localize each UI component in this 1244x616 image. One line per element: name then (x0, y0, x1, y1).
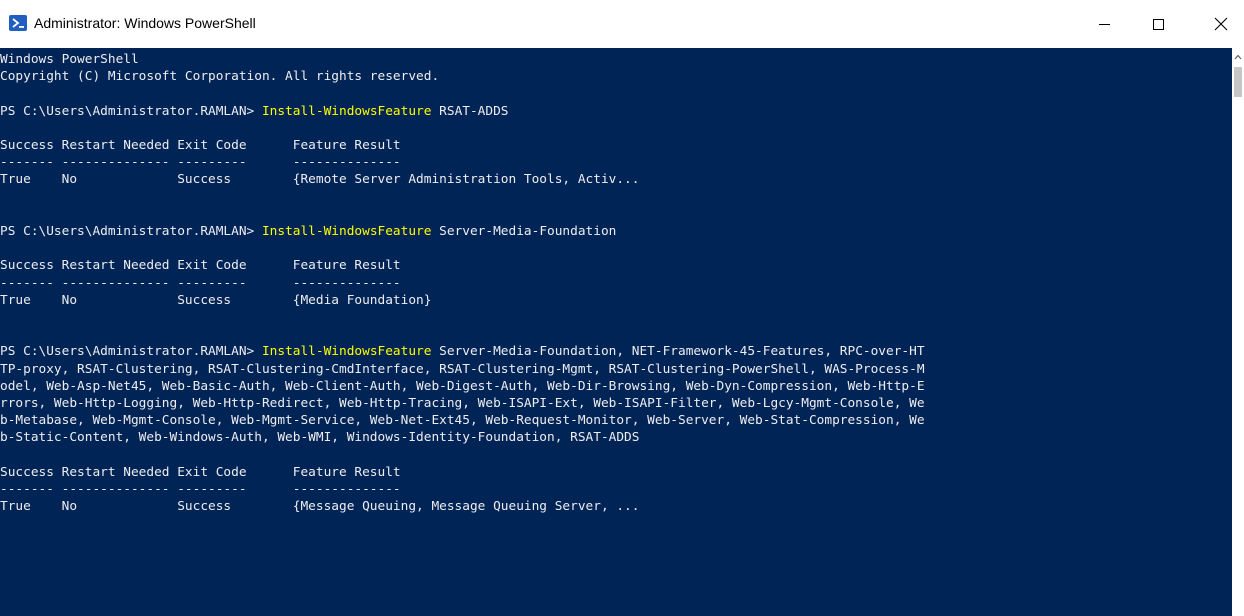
scroll-up-icon[interactable] (1234, 54, 1242, 60)
minimize-icon (1099, 24, 1110, 25)
console-area[interactable]: Windows PowerShell Copyright (C) Microso… (0, 48, 1232, 616)
cmdlet-text: Install-WindowsFeature (261, 103, 432, 119)
cmdlet-text: Install-WindowsFeature (261, 344, 432, 360)
scrollbar-thumb[interactable] (1234, 67, 1242, 97)
command-args: Server-Media-Foundation, NET-Framework-4… (431, 344, 925, 360)
result-table-header: Success Restart Needed Exit Code Feature… (0, 138, 401, 154)
console-output: Windows PowerShell Copyright (C) Microso… (0, 51, 925, 515)
close-button[interactable] (1198, 0, 1244, 48)
minimize-button[interactable] (1081, 0, 1127, 48)
console-header-line: Windows PowerShell (0, 52, 139, 67)
result-table-rule: ------- -------------- --------- -------… (0, 155, 401, 171)
result-table-row: True No Success {Message Queuing, Messag… (0, 499, 640, 515)
command-args-continued: TP-proxy, RSAT-Clustering, RSAT-Clusteri… (0, 361, 925, 446)
vertical-scrollbar[interactable] (1232, 48, 1244, 616)
result-table-row: True No Success {Media Foundation} (0, 292, 432, 308)
result-table-row: True No Success {Remote Server Administr… (0, 172, 640, 188)
result-table-header: Success Restart Needed Exit Code Feature… (0, 258, 401, 274)
command-args: RSAT-ADDS (431, 103, 509, 119)
prompt-text: PS C:\Users\Administrator.RAMLAN> (0, 103, 262, 119)
result-table-rule: ------- -------------- --------- -------… (0, 482, 401, 498)
maximize-button[interactable] (1135, 0, 1181, 48)
title-bar[interactable]: Administrator: Windows PowerShell (0, 0, 1244, 48)
result-table-rule: ------- -------------- --------- -------… (0, 275, 401, 291)
close-icon (1214, 17, 1228, 31)
console-copyright-line: Copyright (C) Microsoft Corporation. All… (0, 69, 440, 85)
cmdlet-text: Install-WindowsFeature (261, 224, 432, 240)
result-table-header: Success Restart Needed Exit Code Feature… (0, 464, 401, 480)
prompt-text: PS C:\Users\Administrator.RAMLAN> (0, 224, 262, 240)
command-args: Server-Media-Foundation (431, 224, 617, 240)
prompt-text: PS C:\Users\Administrator.RAMLAN> (0, 344, 262, 360)
powershell-window: Administrator: Windows PowerShell Window… (0, 0, 1244, 616)
window-title: Administrator: Windows PowerShell (34, 15, 256, 31)
maximize-icon (1153, 19, 1164, 30)
powershell-icon (9, 15, 27, 31)
